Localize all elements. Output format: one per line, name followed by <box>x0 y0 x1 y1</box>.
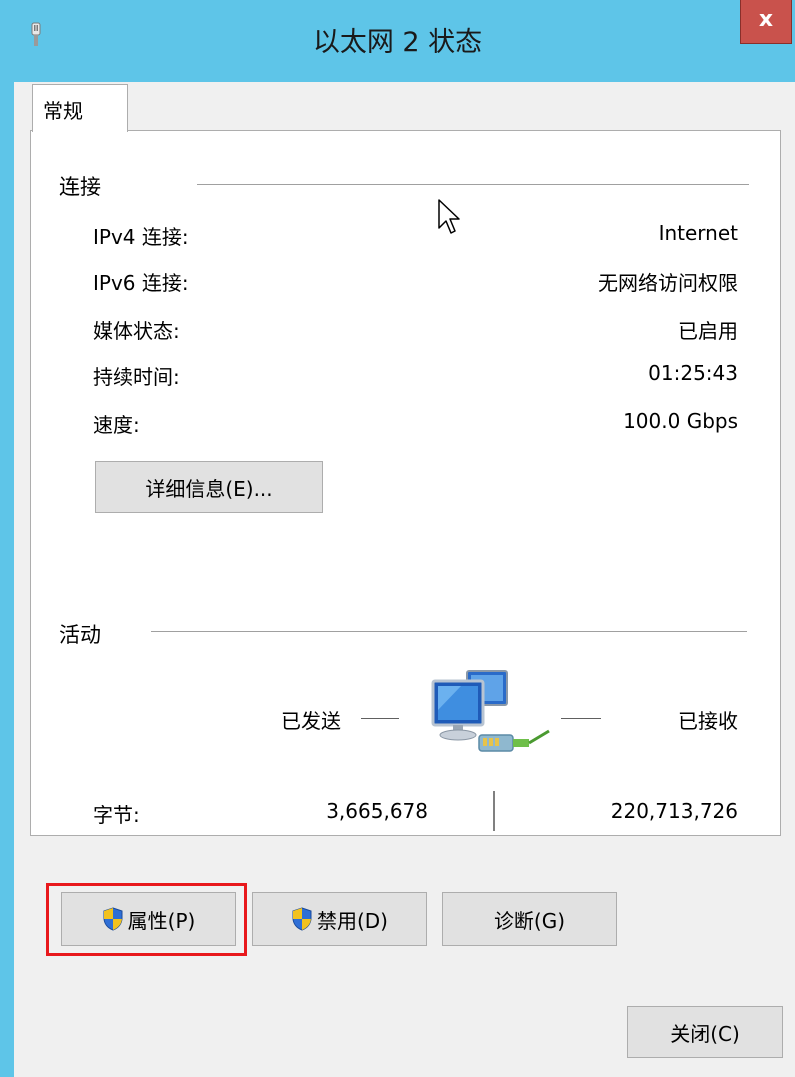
received-label: 已接收 <box>678 709 738 733</box>
sent-connector-line <box>361 718 399 719</box>
bytes-separator <box>493 791 495 831</box>
activity-section-label: 活动 <box>59 623 101 647</box>
bytes-label: 字节: <box>93 803 140 827</box>
network-computers-icon <box>431 670 550 752</box>
properties-button-label: 属性(P) <box>127 908 196 933</box>
ipv4-label: IPv4 连接: <box>93 225 189 249</box>
disable-button-label: 禁用(D) <box>316 908 388 933</box>
uac-shield-icon <box>292 907 312 931</box>
duration-value: 01:25:43 <box>648 361 738 385</box>
speed-label: 速度: <box>93 413 140 437</box>
connection-divider <box>197 184 749 185</box>
ipv4-value: Internet <box>658 221 738 245</box>
uac-shield-icon <box>103 907 123 931</box>
dialog-client-area: 常规 连接 IPv4 连接: Internet IPv6 连接: 无网络访问权限… <box>14 82 795 1077</box>
close-window-button[interactable]: x <box>740 0 792 44</box>
close-button[interactable]: 关闭(C) <box>627 1006 783 1058</box>
connection-section-label: 连接 <box>59 175 101 199</box>
title-bar[interactable]: 以太网 2 状态 x <box>0 0 795 82</box>
diagnose-button[interactable]: 诊断(G) <box>442 892 617 946</box>
details-button[interactable]: 详细信息(E)... <box>95 461 323 513</box>
mouse-cursor-icon <box>438 199 460 234</box>
ipv6-value: 无网络访问权限 <box>598 271 738 295</box>
general-panel: 连接 IPv4 连接: Internet IPv6 连接: 无网络访问权限 媒体… <box>30 130 781 836</box>
duration-label: 持续时间: <box>93 365 180 389</box>
disable-button[interactable]: 禁用(D) <box>252 892 427 946</box>
media-state-label: 媒体状态: <box>93 319 180 343</box>
media-state-value: 已启用 <box>678 319 738 343</box>
window-title: 以太网 2 状态 <box>312 27 483 58</box>
sent-label: 已发送 <box>281 709 341 733</box>
bytes-sent-value: 3,665,678 <box>326 799 428 823</box>
status-dialog: 以太网 2 状态 x 常规 连接 IPv4 连接: Internet IPv6 … <box>0 0 795 1077</box>
activity-divider <box>151 631 747 632</box>
ipv6-label: IPv6 连接: <box>93 271 189 295</box>
bytes-received-value: 220,713,726 <box>610 799 738 823</box>
tab-general[interactable]: 常规 <box>32 84 128 132</box>
speed-value: 100.0 Gbps <box>623 409 738 433</box>
properties-button[interactable]: 属性(P) <box>61 892 236 946</box>
received-connector-line <box>561 718 601 719</box>
